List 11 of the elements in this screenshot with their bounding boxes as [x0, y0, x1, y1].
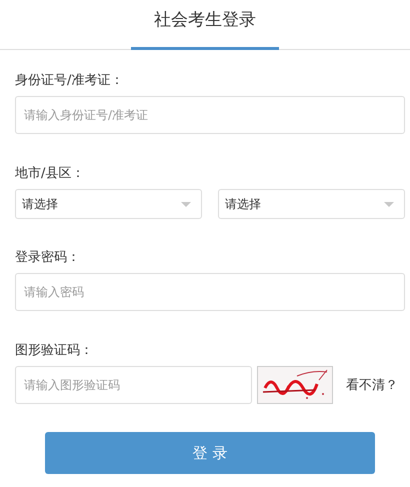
refresh-link[interactable]: 看不清？ [346, 376, 398, 394]
input-field[interactable]: 请输入密码 [15, 273, 405, 311]
field-label: 图形验证码： [15, 342, 94, 360]
field-label: 登录密码： [15, 249, 81, 267]
select-dropdown[interactable]: 请选择 [218, 189, 405, 219]
input-field[interactable]: 请输入图形验证码 [15, 366, 252, 404]
login-tab[interactable]: 社会考生登录 [131, 0, 279, 50]
input-field[interactable]: 请输入身份证号/准考证 [15, 96, 405, 134]
select-dropdown[interactable]: 请选择 [15, 189, 202, 219]
field-label: 地市/县区： [15, 165, 86, 183]
field-label: 身份证号/准考证： [15, 72, 124, 90]
